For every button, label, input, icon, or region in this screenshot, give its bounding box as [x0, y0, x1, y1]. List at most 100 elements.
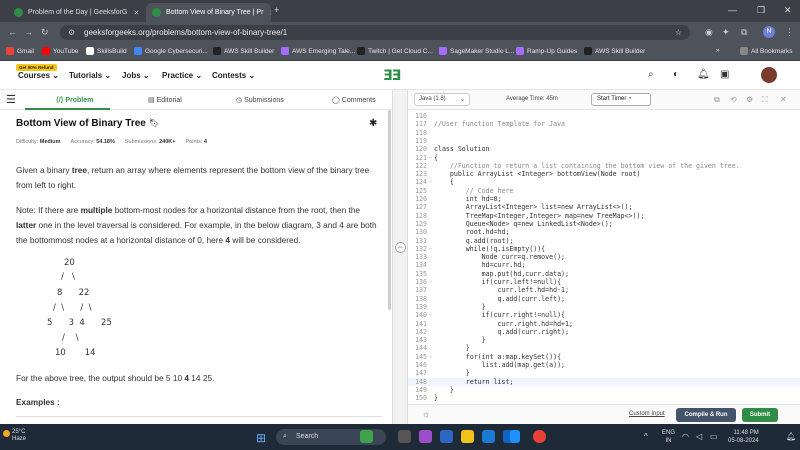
minimize-icon[interactable]: —	[728, 5, 737, 15]
reset-icon[interactable]: ⟲	[730, 95, 737, 104]
submit-button[interactable]: Submit	[742, 408, 778, 422]
line-number: 123	[415, 170, 427, 179]
windows-start-icon[interactable]: ⊞	[256, 431, 266, 445]
user-avatar[interactable]	[761, 67, 777, 83]
tree-edge: / \	[61, 272, 75, 282]
line-number: 149	[415, 385, 427, 394]
widget-icon[interactable]	[360, 430, 373, 443]
menu-contests[interactable]: Contests ⌄	[212, 71, 255, 80]
code-line: list.add(map.get(a));	[434, 361, 566, 369]
menu-courses[interactable]: Courses ⌄	[18, 71, 59, 80]
close-editor-icon[interactable]: ✕	[780, 95, 787, 104]
bookmark-google-cyber[interactable]: Google Cybersecuri...	[134, 47, 208, 55]
task-view-icon[interactable]	[398, 430, 411, 443]
code-line: class Solution	[434, 145, 490, 154]
hint-bulb-icon[interactable]: ☼	[422, 409, 430, 419]
bookmark-skillsbuild[interactable]: SkillsBuild	[86, 47, 127, 55]
chrome-icon[interactable]	[533, 430, 546, 443]
bookmark-problem-icon[interactable]: 🔖︎	[149, 118, 160, 128]
report-bug-icon[interactable]: ✱	[369, 118, 377, 129]
extension-icon-2[interactable]: ✦	[722, 27, 730, 38]
code-comment: // Code here	[434, 186, 514, 195]
extension-icon[interactable]: ◉	[705, 27, 713, 38]
tab-submissions[interactable]: ◷ Submissions	[236, 96, 284, 104]
notifications-bell-icon[interactable]: 🔔︎	[697, 69, 710, 80]
browser-tab-problem-of-day[interactable]: Problem of the Day | GeeksforG ✕	[8, 3, 143, 22]
all-bookmarks[interactable]: All Bookmarks	[740, 47, 793, 55]
fullscreen-icon[interactable]: ⛶	[762, 95, 768, 105]
gfg-logo[interactable]: ƎƎ	[383, 68, 401, 84]
menu-practice[interactable]: Practice ⌄	[162, 71, 202, 80]
close-tab-icon[interactable]: ✕	[127, 9, 139, 17]
language-select[interactable]: Java (1.8) ⌄	[414, 93, 470, 106]
bookmark-twitch[interactable]: Twitch | Get Cloud C...	[357, 47, 433, 55]
bookmarks-overflow-icon[interactable]: »	[716, 47, 720, 54]
system-clock[interactable]: 11:48 PM 05-08-2024	[728, 429, 759, 445]
start-timer-button[interactable]: Start Timer ◔	[591, 93, 651, 106]
file-explorer-icon[interactable]	[461, 430, 474, 443]
new-tab-icon[interactable]: +	[274, 5, 279, 15]
fold-icon[interactable]: ⌄	[429, 353, 432, 359]
language-indicator[interactable]: ENG IN	[662, 429, 675, 445]
code-line: if(curr.right!=null){	[434, 311, 566, 320]
bookmark-gmail[interactable]: Gmail	[6, 47, 34, 55]
settings-icon[interactable]: ⚙	[746, 95, 753, 104]
bookmark-youtube[interactable]: YouTube	[42, 47, 79, 55]
hamburger-menu-icon[interactable]: ☰	[6, 93, 16, 106]
bookmark-aws-emerging[interactable]: AWS Emerging Tale...	[281, 47, 355, 55]
dark-mode-toggle-icon[interactable]: ◐	[673, 69, 679, 80]
compile-run-button[interactable]: Compile & Run	[676, 408, 736, 422]
profile-card-icon[interactable]: ▣	[720, 69, 729, 80]
close-window-icon[interactable]: ✕	[784, 5, 792, 16]
volume-icon[interactable]: ◁	[696, 432, 702, 441]
tab-comments[interactable]: ◯ Comments	[332, 96, 376, 104]
bookmark-aws-skill-builder-2[interactable]: AWS Skill Builder	[584, 47, 645, 55]
line-number: 140	[415, 311, 427, 320]
tab-editorial[interactable]: ▤ Editorial	[148, 96, 182, 104]
url-input[interactable]: ⚙ geeksforgeeks.org/problems/bottom-view…	[60, 25, 690, 40]
profile-avatar-icon[interactable]: N	[763, 26, 775, 38]
fold-icon[interactable]: ⌄	[429, 178, 432, 184]
reload-icon[interactable]: ↻	[41, 27, 49, 38]
bookmark-aws-skill-builder[interactable]: AWS Skill Builder	[213, 47, 274, 55]
wifi-icon[interactable]: ◠	[682, 432, 689, 441]
weather-icon	[3, 430, 10, 437]
bookmark-star-icon[interactable]: ☆	[675, 25, 682, 40]
fold-icon[interactable]: ⌄	[429, 154, 432, 160]
editor-toolbar: Java (1.8) ⌄ Average Time: 45m Start Time…	[408, 90, 800, 110]
app-icon[interactable]	[440, 430, 453, 443]
code-editor[interactable]: 116 117 //User function Template for Java 1…	[408, 110, 800, 404]
search-icon[interactable]: ⌕	[648, 69, 654, 80]
copy-icon[interactable]: ⧉	[714, 95, 720, 105]
close-tab-icon[interactable]: ✕	[263, 9, 271, 17]
edge-icon[interactable]	[482, 430, 495, 443]
browser-menu-icon[interactable]: ⋮	[785, 27, 794, 38]
fold-icon[interactable]: ⌄	[429, 311, 432, 317]
line-number: 118	[415, 128, 427, 137]
site-header: Get 90% Refund Courses ⌄ Tutorials ⌄ Job…	[0, 61, 800, 90]
notifications-icon[interactable]: 🔔︎	[786, 432, 796, 441]
custom-input-link[interactable]: Custom Input	[629, 411, 665, 417]
timer-icon: ◔	[628, 96, 632, 102]
fold-icon[interactable]: ⌄	[429, 245, 432, 251]
panel-resizer[interactable]: ⇔	[392, 90, 408, 424]
battery-icon[interactable]: ▭	[710, 432, 718, 441]
vscode-icon[interactable]	[510, 430, 520, 443]
menu-tutorials[interactable]: Tutorials ⌄	[69, 71, 111, 80]
site-info-icon[interactable]: ⚙	[68, 25, 75, 40]
tab-problem[interactable]: ⟨/⟩ Problem	[56, 96, 93, 104]
bookmark-ramp-up[interactable]: Ramp-Up Guides	[516, 47, 577, 55]
forward-icon[interactable]: →	[24, 27, 33, 37]
drag-handle-icon[interactable]: ⇔	[395, 242, 406, 253]
tray-overflow-icon[interactable]: ^	[644, 432, 648, 441]
maximize-icon[interactable]: ❐	[757, 5, 765, 16]
menu-jobs[interactable]: Jobs ⌄	[122, 71, 150, 80]
extensions-puzzle-icon[interactable]: ⧉	[741, 27, 747, 38]
bookmark-sagemaker[interactable]: SageMaker Studio L...	[439, 47, 514, 55]
left-panel-scrollbar[interactable]	[388, 110, 391, 310]
fold-icon[interactable]: ⌄	[429, 278, 432, 284]
browser-tab-bottom-view[interactable]: Bottom View of Binary Tree | Pr ✕	[146, 3, 271, 22]
back-icon[interactable]: ←	[8, 27, 17, 37]
app-icon[interactable]	[419, 430, 432, 443]
weather-widget[interactable]: 25°C Haze	[12, 429, 26, 443]
